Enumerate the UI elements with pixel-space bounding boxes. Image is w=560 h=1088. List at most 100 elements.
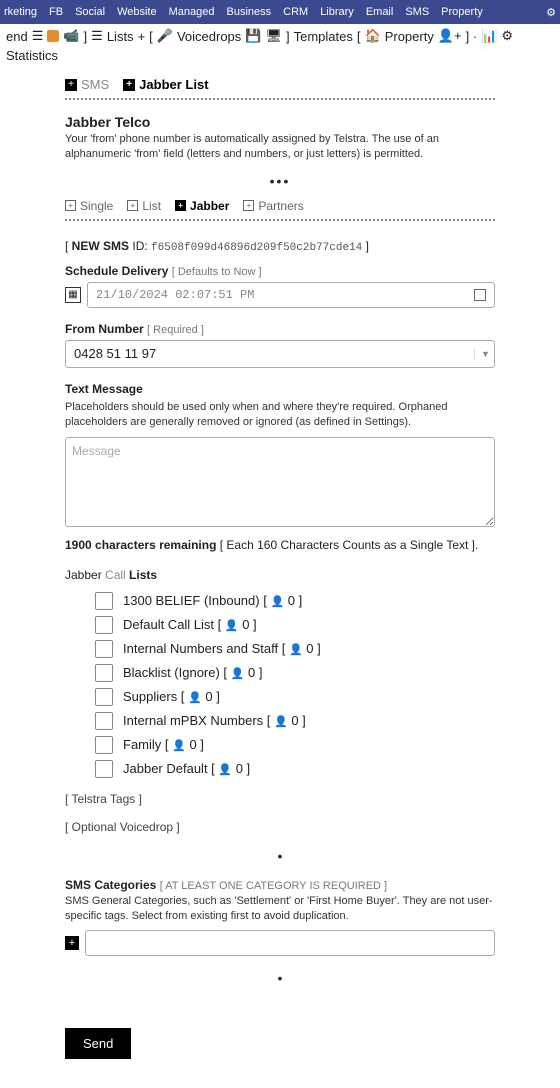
schedule-datetime-input[interactable]: 21/10/2024 02:07:51 PM — [87, 282, 495, 308]
call-list-item[interactable]: Suppliers [ 👤 0 ] — [95, 688, 495, 706]
send-button[interactable]: Send — [65, 1028, 131, 1059]
person-plus-icon[interactable]: 👤+ — [438, 28, 462, 44]
separator: [ — [149, 29, 153, 44]
checkbox[interactable] — [95, 592, 113, 610]
call-list-item[interactable]: 1300 BELIEF (Inbound) [ 👤 0 ] — [95, 592, 495, 610]
secondary-toolbar: end ☰ 📹 ] ☰ Lists + [ 🎤 Voicedrops 💾 🖥 ]… — [0, 24, 560, 67]
divider — [65, 98, 495, 100]
separator: ] — [286, 29, 290, 44]
person-icon: 👤 — [289, 644, 303, 656]
call-list-name: Jabber Default [ 👤 0 ] — [123, 761, 250, 776]
list-icon[interactable]: ☰ — [32, 28, 44, 44]
person-icon: 👤 — [231, 668, 245, 680]
plus-icon: + — [65, 79, 77, 91]
device-icon[interactable]: 🖥 — [265, 28, 282, 44]
nav-item[interactable]: CRM — [283, 6, 308, 18]
subtab-single[interactable]: +Single — [65, 199, 113, 213]
subtab-partners[interactable]: +Partners — [243, 199, 303, 213]
expand-icon: + — [243, 200, 254, 211]
calendar-picker-icon[interactable] — [474, 289, 486, 301]
checkbox[interactable] — [95, 688, 113, 706]
category-input[interactable] — [85, 930, 495, 956]
nav-item[interactable]: rketing — [4, 6, 37, 18]
checkbox[interactable] — [95, 712, 113, 730]
dot-separator: • — [65, 848, 495, 864]
mic-icon[interactable]: 🎤 — [157, 28, 173, 44]
call-list-item[interactable]: Internal mPBX Numbers [ 👤 0 ] — [95, 712, 495, 730]
nav-item[interactable]: Website — [117, 6, 157, 18]
top-nav: rketing FB Social Website Managed Busine… — [0, 0, 560, 24]
toolbar-lists[interactable]: Lists — [107, 29, 134, 44]
new-sms-id: [ NEW SMS ID: f6508f099d46896d209f50c2b7… — [65, 239, 495, 254]
checkbox[interactable] — [95, 616, 113, 634]
toolbar-templates[interactable]: Templates — [294, 29, 353, 44]
call-list-item[interactable]: Blacklist (Ignore) [ 👤 0 ] — [95, 664, 495, 682]
categories-help: SMS General Categories, such as 'Settlem… — [65, 894, 495, 925]
checkbox[interactable] — [95, 664, 113, 682]
plus-icon: + — [123, 79, 135, 91]
call-list-name: Family [ 👤 0 ] — [123, 737, 204, 752]
checkbox[interactable] — [95, 736, 113, 754]
nav-item[interactable]: SMS — [405, 6, 429, 18]
call-list-name: Suppliers [ 👤 0 ] — [123, 689, 220, 704]
call-list-name: Default Call List [ 👤 0 ] — [123, 617, 257, 632]
nav-item[interactable]: Library — [320, 6, 354, 18]
home-icon[interactable]: 🏠 — [365, 28, 381, 44]
subtab-jabber[interactable]: +Jabber — [175, 199, 229, 213]
gear-icon[interactable]: ⚙ — [546, 6, 556, 19]
nav-item[interactable]: Managed — [169, 6, 215, 18]
call-list-item[interactable]: Family [ 👤 0 ] — [95, 736, 495, 754]
message-label: Text Message — [65, 382, 495, 396]
chevron-down-icon: ▼ — [474, 349, 492, 359]
nav-item[interactable]: Business — [226, 6, 271, 18]
tab-label: Jabber List — [139, 77, 208, 92]
person-icon: 👤 — [225, 620, 239, 632]
message-textarea[interactable] — [65, 437, 495, 527]
char-remaining: 1900 characters remaining [ Each 160 Cha… — [65, 538, 495, 552]
tab-jabber-list[interactable]: + Jabber List — [123, 77, 208, 92]
nav-item[interactable]: Email — [366, 6, 394, 18]
toolbar-property[interactable]: Property — [385, 29, 434, 44]
expand-icon: + — [175, 200, 186, 211]
camera-icon[interactable]: 📹 — [63, 28, 79, 44]
telstra-tags-toggle[interactable]: [ Telstra Tags ] — [65, 792, 495, 806]
main-tabs: + SMS + Jabber List — [65, 77, 495, 92]
divider — [65, 219, 495, 221]
nav-item[interactable]: FB — [49, 6, 63, 18]
person-icon: 👤 — [172, 740, 186, 752]
call-list-item[interactable]: Jabber Default [ 👤 0 ] — [95, 760, 495, 778]
nav-item[interactable]: Social — [75, 6, 105, 18]
plus-icon[interactable]: + — [138, 29, 146, 44]
person-icon: 👤 — [218, 764, 232, 776]
nav-item[interactable]: Property — [441, 6, 483, 18]
message-help: Placeholders should be used only when an… — [65, 400, 495, 431]
subtab-list[interactable]: +List — [127, 199, 161, 213]
person-icon: 👤 — [188, 692, 202, 704]
call-list-item[interactable]: Internal Numbers and Staff [ 👤 0 ] — [95, 640, 495, 658]
gear-icon[interactable]: ⚙ — [501, 28, 513, 44]
person-icon: 👤 — [270, 596, 284, 608]
separator: ] — [84, 29, 88, 44]
person-icon: 👤 — [274, 716, 288, 728]
orange-icon[interactable] — [47, 30, 59, 42]
from-number-select[interactable]: 0428 51 11 97 ▼ — [65, 340, 495, 368]
toolbar-end[interactable]: end — [6, 29, 28, 44]
toolbar-voicedrops[interactable]: Voicedrops — [177, 29, 241, 44]
checkbox[interactable] — [95, 760, 113, 778]
chart-icon[interactable]: 📊 — [481, 28, 497, 44]
telco-title: Jabber Telco — [65, 114, 495, 130]
call-list-item[interactable]: Default Call List [ 👤 0 ] — [95, 616, 495, 634]
disk-icon[interactable]: 💾 — [245, 28, 261, 44]
checkbox[interactable] — [95, 640, 113, 658]
categories-label: SMS Categories [ AT LEAST ONE CATEGORY I… — [65, 878, 495, 892]
toolbar-statistics[interactable]: Statistics — [6, 48, 58, 63]
calendar-icon[interactable]: ▦ — [65, 287, 81, 303]
expand-icon: + — [65, 200, 76, 211]
tab-sms[interactable]: + SMS — [65, 77, 109, 92]
list-icon[interactable]: ☰ — [91, 28, 103, 44]
ellipsis-icon[interactable]: ••• — [65, 173, 495, 189]
add-category-button[interactable]: + — [65, 936, 79, 950]
datetime-value: 21/10/2024 02:07:51 PM — [96, 288, 254, 302]
optional-voicedrop-toggle[interactable]: [ Optional Voicedrop ] — [65, 820, 495, 834]
call-list-name: 1300 BELIEF (Inbound) [ 👤 0 ] — [123, 593, 302, 608]
